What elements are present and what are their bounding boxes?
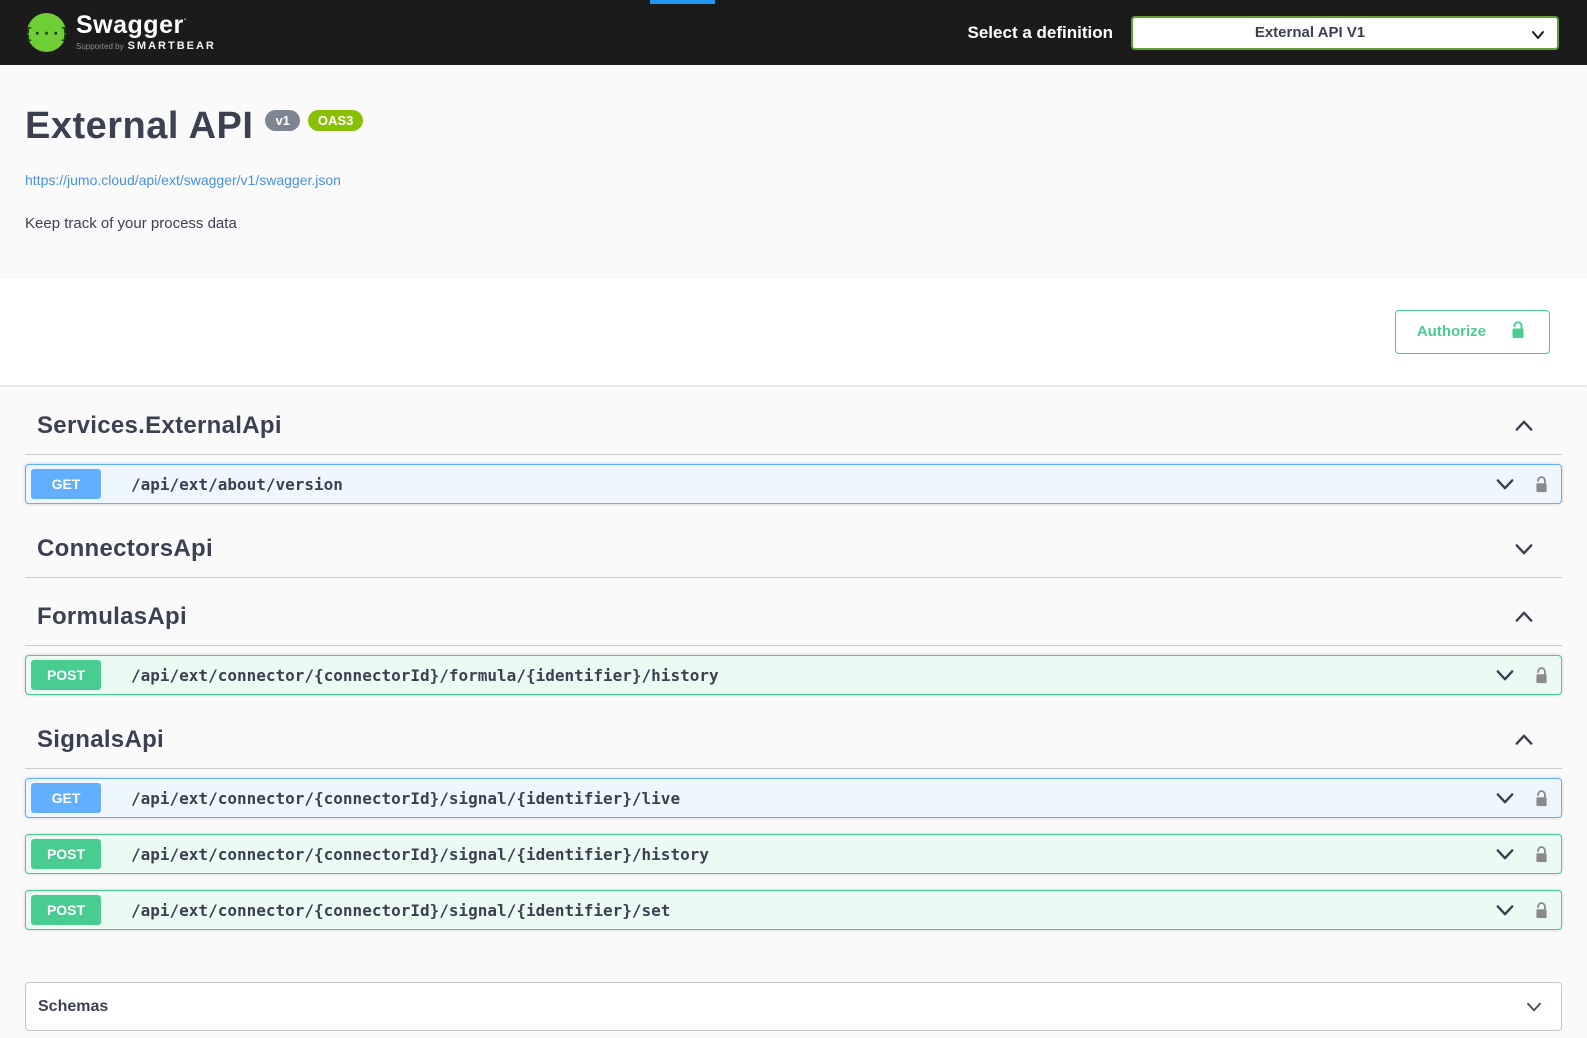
section-header-formulasapi[interactable]: FormulasApi	[25, 588, 1562, 646]
operation-row[interactable]: POST /api/ext/connector/{connectorId}/fo…	[25, 655, 1562, 695]
definition-select[interactable]: External API V1	[1131, 16, 1559, 50]
operation-row[interactable]: POST /api/ext/connector/{connectorId}/si…	[25, 890, 1562, 930]
section-header-connectorsapi[interactable]: ConnectorsApi	[25, 520, 1562, 578]
section-header-signalsapi[interactable]: SignalsApi	[25, 711, 1562, 769]
section-connectorsapi: ConnectorsApi	[25, 520, 1562, 578]
operation-auth-lock-icon[interactable]	[1533, 789, 1550, 808]
section-header-services-externalapi[interactable]: Services.ExternalApi	[25, 397, 1562, 455]
operation-row[interactable]: POST /api/ext/connector/{connectorId}/si…	[25, 834, 1562, 874]
section-title: Services.ExternalApi	[37, 412, 282, 440]
section-services-externalapi: Services.ExternalApi GET /api/ext/about/…	[25, 397, 1562, 504]
chevron-down-icon	[1512, 537, 1536, 561]
definition-select-value: External API V1	[1255, 24, 1365, 41]
section-formulasapi: FormulasApi POST /api/ext/connector/{con…	[25, 588, 1562, 695]
version-badge: v1	[265, 110, 299, 131]
section-title: ConnectorsApi	[37, 535, 213, 563]
section-title: FormulasApi	[37, 603, 187, 631]
oas3-badge: OAS3	[308, 110, 363, 131]
operation-path: /api/ext/connector/{connectorId}/signal/…	[131, 901, 1493, 920]
spec-url-link[interactable]: https://jumo.cloud/api/ext/swagger/v1/sw…	[25, 172, 341, 188]
section-title: SignalsApi	[37, 726, 164, 754]
chevron-up-icon	[1512, 728, 1536, 752]
method-badge: POST	[31, 895, 101, 925]
api-description: Keep track of your process data	[25, 215, 1562, 232]
scheme-container: Authorize	[0, 278, 1587, 385]
chevron-down-icon	[1528, 25, 1548, 45]
operation-path: /api/ext/connector/{connectorId}/signal/…	[131, 845, 1493, 864]
chevron-up-icon	[1512, 605, 1536, 629]
operation-row[interactable]: GET /api/ext/about/version	[25, 464, 1562, 504]
section-signalsapi: SignalsApi GET /api/ext/connector/{conne…	[25, 711, 1562, 930]
chevron-down-icon	[1493, 663, 1517, 687]
chevron-up-icon	[1512, 414, 1536, 438]
schemas-section-header[interactable]: Schemas	[25, 982, 1562, 1031]
method-badge: GET	[31, 469, 101, 499]
svg-text:{···}: {···}	[26, 25, 67, 43]
chevron-down-icon	[1493, 786, 1517, 810]
method-badge: GET	[31, 783, 101, 813]
authorize-button-label: Authorize	[1417, 323, 1486, 340]
chevron-down-icon	[1523, 996, 1545, 1018]
top-loading-bar	[650, 0, 715, 4]
schemas-title: Schemas	[38, 998, 108, 1016]
method-badge: POST	[31, 839, 101, 869]
unlock-icon	[1508, 320, 1528, 344]
operation-auth-lock-icon[interactable]	[1533, 845, 1550, 864]
authorize-button[interactable]: Authorize	[1395, 310, 1550, 354]
info-section: External API v1 OAS3 https://jumo.cloud/…	[0, 65, 1587, 278]
select-definition-label: Select a definition	[968, 23, 1113, 43]
operation-path: /api/ext/about/version	[131, 475, 1493, 494]
logo-title: Swagger.	[76, 13, 216, 38]
logo-trademark: .	[184, 12, 187, 22]
operation-row[interactable]: GET /api/ext/connector/{connectorId}/sig…	[25, 778, 1562, 818]
operation-path: /api/ext/connector/{connectorId}/signal/…	[131, 789, 1493, 808]
operations-list: Services.ExternalApi GET /api/ext/about/…	[0, 385, 1587, 1031]
operation-auth-lock-icon[interactable]	[1533, 901, 1550, 920]
smartbear-label: SMARTBEAR	[128, 41, 216, 52]
operation-auth-lock-icon[interactable]	[1533, 475, 1550, 494]
chevron-down-icon	[1493, 898, 1517, 922]
chevron-down-icon	[1493, 842, 1517, 866]
page-title: External API	[25, 107, 253, 145]
swagger-logo[interactable]: {···} Swagger. Supported by SMARTBEAR	[26, 12, 216, 53]
supported-by-label: Supported by	[76, 43, 124, 51]
operation-path: /api/ext/connector/{connectorId}/formula…	[131, 666, 1493, 685]
chevron-down-icon	[1493, 472, 1517, 496]
definition-area: Select a definition External API V1	[968, 16, 1559, 50]
operation-auth-lock-icon[interactable]	[1533, 666, 1550, 685]
swagger-logo-icon: {···}	[26, 12, 67, 53]
method-badge: POST	[31, 660, 101, 690]
topbar: {···} Swagger. Supported by SMARTBEAR Se…	[0, 0, 1587, 65]
